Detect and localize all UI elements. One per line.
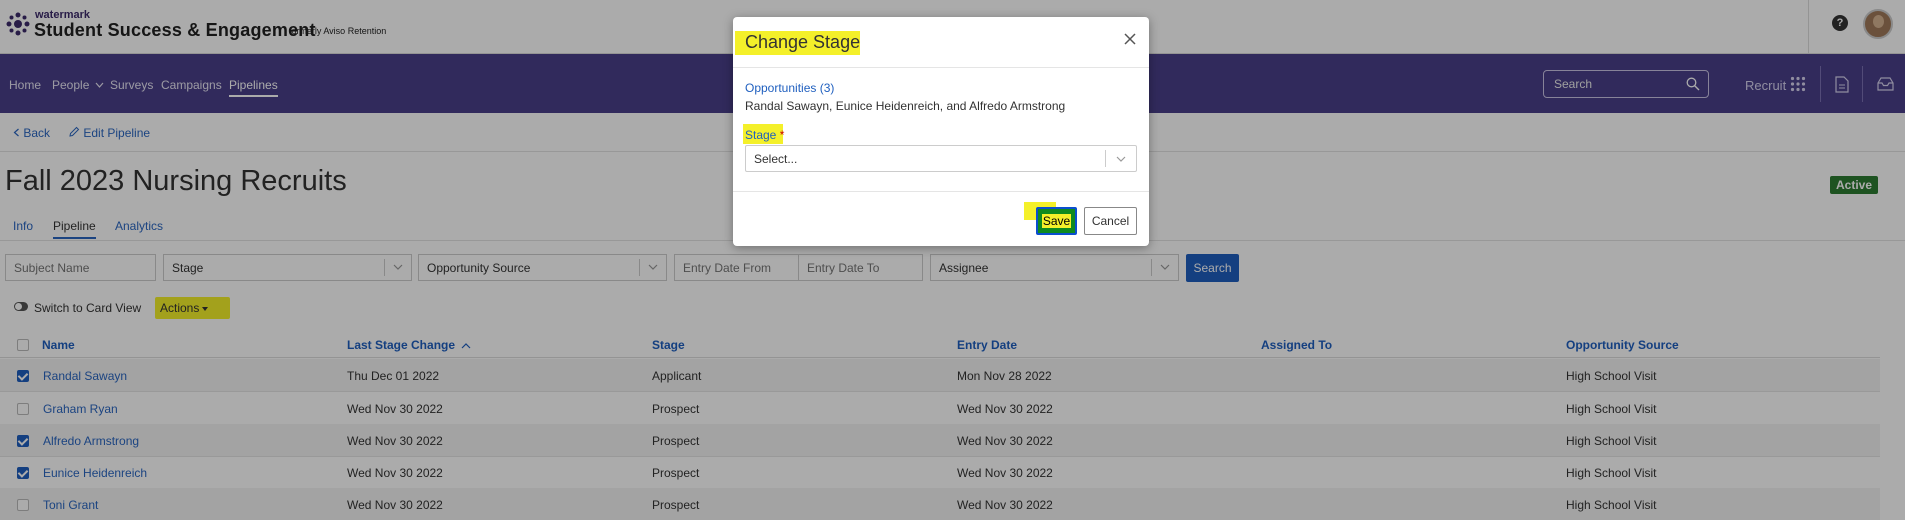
selected-opportunities: Randal Sawayn, Eunice Heidenreich, and A… — [745, 99, 1066, 113]
required-marker: * — [779, 128, 785, 142]
divider — [733, 67, 1149, 68]
divider — [733, 191, 1149, 192]
stage-label-text: Stage — [745, 128, 777, 142]
stage-select-placeholder: Select... — [754, 152, 798, 166]
stage-field-label: Stage * — [745, 128, 784, 142]
stage-select[interactable]: Select... — [745, 145, 1137, 172]
save-button-label: Save — [1041, 214, 1072, 228]
close-icon[interactable] — [1121, 30, 1139, 48]
cancel-button[interactable]: Cancel — [1084, 207, 1137, 235]
dialog-title: Change Stage — [745, 32, 861, 52]
select-separator — [1105, 150, 1106, 167]
chevron-down-icon — [1116, 156, 1126, 162]
save-button[interactable]: Save — [1036, 207, 1077, 235]
opportunities-count: Opportunities (3) — [745, 81, 835, 95]
change-stage-dialog: Change Stage Opportunities (3) Randal Sa… — [733, 17, 1149, 246]
